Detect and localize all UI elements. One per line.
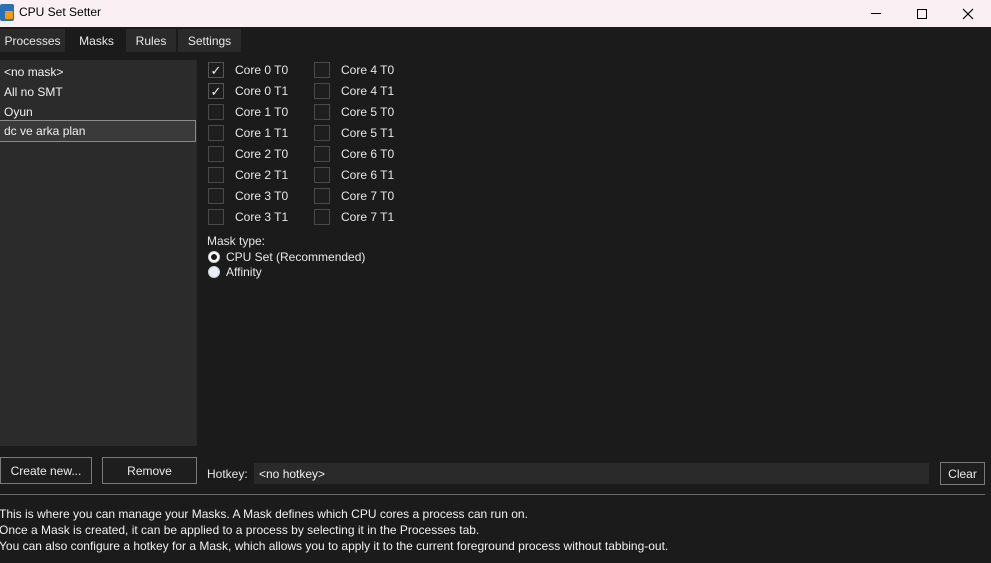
radio-unselected-icon[interactable]	[208, 265, 220, 278]
radio-affinity[interactable]: Affinity	[208, 264, 262, 279]
radio-label: Affinity	[226, 264, 262, 279]
divider	[0, 494, 985, 495]
core-checkbox[interactable]: Core 1 T0	[208, 103, 288, 121]
checkbox-box[interactable]	[314, 188, 330, 204]
app-icon	[0, 4, 14, 21]
remove-button[interactable]: Remove	[102, 457, 197, 484]
minimize-button[interactable]	[853, 0, 899, 27]
checkbox-box[interactable]	[208, 125, 224, 141]
core-checkbox[interactable]: Core 1 T1	[208, 124, 288, 142]
core-checkbox[interactable]: Core 2 T1	[208, 166, 288, 184]
checkbox-box[interactable]	[314, 146, 330, 162]
core-label: Core 7 T0	[341, 189, 395, 203]
tab-settings[interactable]: Settings	[178, 29, 241, 52]
core-checkbox[interactable]: ✓ Core 0 T0	[208, 61, 288, 79]
core-label: Core 0 T0	[235, 63, 289, 77]
title-bar: CPU Set Setter	[0, 0, 991, 27]
core-label: Core 4 T1	[341, 84, 395, 98]
close-button[interactable]	[945, 0, 991, 27]
help-text-line: This is where you can manage your Masks.…	[0, 507, 528, 521]
core-checkbox[interactable]: Core 2 T0	[208, 145, 288, 163]
core-label: Core 1 T0	[235, 105, 289, 119]
core-label: Core 7 T1	[341, 210, 395, 224]
radio-cpu-set[interactable]: CPU Set (Recommended)	[208, 249, 365, 264]
checkbox-box[interactable]	[314, 209, 330, 225]
core-label: Core 6 T0	[341, 147, 395, 161]
clear-button[interactable]: Clear	[940, 462, 985, 485]
mask-list-item-selected[interactable]: dc ve arka plan	[0, 120, 196, 142]
core-label: Core 0 T1	[235, 84, 289, 98]
core-checkbox[interactable]: Core 7 T0	[314, 187, 394, 205]
checkmark-icon[interactable]: ✓	[208, 62, 224, 78]
checkbox-box[interactable]	[314, 104, 330, 120]
core-checkbox[interactable]: Core 6 T0	[314, 145, 394, 163]
mask-type-label: Mask type:	[207, 234, 266, 248]
checkbox-box[interactable]	[208, 104, 224, 120]
tab-masks[interactable]: Masks	[67, 29, 126, 52]
checkbox-box[interactable]	[314, 167, 330, 183]
mask-list-item[interactable]: All no SMT	[0, 82, 195, 102]
hotkey-field[interactable]: <no hotkey>	[254, 463, 929, 484]
mask-list-item[interactable]: Oyun	[0, 102, 195, 122]
create-new-button[interactable]: Create new...	[0, 457, 92, 484]
tab-rules[interactable]: Rules	[126, 29, 176, 52]
checkbox-box[interactable]	[314, 125, 330, 141]
core-checkbox[interactable]: Core 6 T1	[314, 166, 394, 184]
checkbox-box[interactable]	[208, 167, 224, 183]
core-label: Core 5 T1	[341, 126, 395, 140]
checkbox-box[interactable]	[314, 62, 330, 78]
maximize-button[interactable]	[899, 0, 945, 27]
core-label: Core 5 T0	[341, 105, 395, 119]
window-title: CPU Set Setter	[19, 5, 102, 19]
core-label: Core 2 T1	[235, 168, 289, 182]
core-label: Core 6 T1	[341, 168, 395, 182]
mask-list[interactable]: <no mask> All no SMT Oyun dc ve arka pla…	[0, 60, 197, 446]
checkbox-box[interactable]	[208, 209, 224, 225]
core-label: Core 3 T1	[235, 210, 289, 224]
help-text-line: Once a Mask is created, it can be applie…	[0, 523, 480, 537]
help-text-line: You can also configure a hotkey for a Ma…	[0, 539, 669, 553]
tab-processes[interactable]: Processes	[0, 29, 65, 52]
core-label: Core 1 T1	[235, 126, 289, 140]
maximize-icon	[917, 8, 927, 19]
minimize-icon	[871, 13, 881, 14]
core-checkbox[interactable]: Core 7 T1	[314, 208, 394, 226]
radio-selected-icon[interactable]	[208, 250, 220, 263]
core-label: Core 2 T0	[235, 147, 289, 161]
core-label: Core 3 T0	[235, 189, 289, 203]
core-checkbox[interactable]: Core 5 T0	[314, 103, 394, 121]
checkbox-box[interactable]	[314, 83, 330, 99]
core-label: Core 4 T0	[341, 63, 395, 77]
core-checkbox[interactable]: ✓ Core 0 T1	[208, 82, 288, 100]
core-checkbox[interactable]: Core 4 T0	[314, 61, 394, 79]
core-checkbox[interactable]: Core 4 T1	[314, 82, 394, 100]
checkbox-box[interactable]	[208, 146, 224, 162]
checkmark-icon[interactable]: ✓	[208, 83, 224, 99]
core-checkbox[interactable]: Core 3 T1	[208, 208, 288, 226]
checkbox-box[interactable]	[208, 188, 224, 204]
close-icon	[962, 8, 974, 19]
core-checkbox[interactable]: Core 3 T0	[208, 187, 288, 205]
radio-label: CPU Set (Recommended)	[226, 249, 366, 264]
mask-list-item[interactable]: <no mask>	[0, 62, 195, 82]
hotkey-label: Hotkey:	[207, 467, 248, 481]
core-checkbox[interactable]: Core 5 T1	[314, 124, 394, 142]
